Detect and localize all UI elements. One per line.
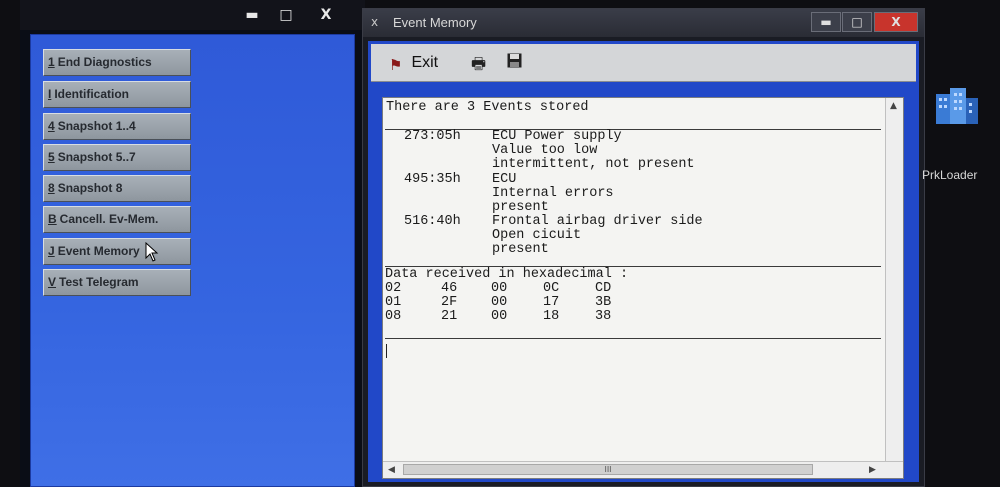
menu-hotkey: 4 [48, 119, 55, 133]
menu-hotkey: J [48, 244, 55, 258]
menu-end-diagnostics-button[interactable]: 1 End Diagnostics [43, 49, 191, 76]
event-memory-window: x Event Memory ▬ □ X ⚑ Exit 🖶 There are … [362, 8, 925, 487]
menu-label: End Diagnostics [57, 55, 152, 69]
diagnostics-window: ▬ □ X 1 End Diagnostics I Identification 4… [20, 0, 365, 487]
menu-test-telegram-button[interactable]: V Test Telegram [43, 269, 191, 296]
minimize-button[interactable]: ▬ [811, 12, 841, 32]
scroll-thumb[interactable]: III [403, 464, 813, 475]
scroll-left-icon[interactable]: ◀ [388, 465, 395, 475]
menu-event-memory-button[interactable]: J Event Memory [43, 238, 191, 265]
event-time: 273:05h [404, 129, 461, 144]
close-button[interactable]: X [874, 12, 918, 32]
maximize-button[interactable]: □ [274, 6, 298, 24]
hex-cell: 21 [441, 309, 458, 324]
printer-icon[interactable]: 🖶 [471, 53, 486, 80]
events-count-text: There are 3 Events stored [386, 100, 589, 115]
event-time: 495:35h [404, 172, 461, 187]
desktop-icon-label: PrkLoader [922, 168, 978, 182]
maximize-button[interactable]: □ [842, 12, 872, 32]
scroll-up-icon[interactable]: ▲ [890, 101, 897, 111]
floppy-icon[interactable] [507, 53, 522, 72]
menu-hotkey: V [48, 275, 57, 289]
hex-cell: 08 [385, 309, 402, 324]
hex-cell: 18 [543, 309, 560, 324]
event-line: intermittent, not present [492, 157, 695, 172]
diagnostics-menu-panel: 1 End Diagnostics I Identification 4 Snapsh… [30, 34, 355, 487]
menu-hotkey: I [48, 87, 52, 101]
horizontal-scrollbar[interactable]: ◀ III ▶ [383, 461, 903, 478]
building-icon[interactable] [934, 86, 980, 126]
exit-button[interactable]: ⚑ Exit [389, 52, 438, 76]
event-memory-titlebar: x Event Memory ▬ □ X [363, 9, 924, 37]
menu-label: Snapshot 5..7 [57, 150, 136, 164]
menu-hotkey: 1 [48, 55, 55, 69]
menu-cancel-event-memory-button[interactable]: B Cancell. Ev-Mem. [43, 206, 191, 233]
exit-label: Exit [411, 54, 439, 71]
menu-label: Snapshot 1..4 [57, 119, 136, 133]
window-menu-icon[interactable]: x [371, 15, 378, 29]
scroll-right-icon[interactable]: ▶ [869, 465, 876, 475]
event-memory-body: ⚑ Exit 🖶 There are 3 Events stored 273:0… [368, 41, 919, 482]
hex-cell: 38 [595, 309, 612, 324]
separator [385, 338, 881, 339]
mouse-cursor-icon [145, 242, 159, 262]
vertical-scrollbar[interactable]: ▲ [885, 98, 903, 463]
menu-hotkey: 5 [48, 150, 55, 164]
menu-label: Identification [54, 87, 130, 101]
menu-snapshot-1-4-button[interactable]: 4 Snapshot 1..4 [43, 113, 191, 140]
menu-label: Test Telegram [59, 275, 139, 289]
text-caret [386, 344, 387, 358]
diagnostics-titlebar: ▬ □ X [20, 0, 365, 30]
menu-hotkey: B [48, 212, 57, 226]
menu-label: Event Memory [57, 244, 140, 258]
menu-snapshot-5-7-button[interactable]: 5 Snapshot 5..7 [43, 144, 191, 171]
hex-cell: 00 [491, 309, 508, 324]
exit-icon: ⚑ [389, 56, 403, 74]
window-title: Event Memory [393, 15, 477, 30]
event-line: present [492, 242, 549, 257]
toolbar: ⚑ Exit 🖶 [371, 44, 916, 82]
menu-label: Snapshot 8 [57, 181, 123, 195]
menu-label: Cancell. Ev-Mem. [59, 212, 159, 226]
menu-identification-button[interactable]: I Identification [43, 81, 191, 108]
minimize-button[interactable]: ▬ [240, 6, 264, 24]
event-log-textarea[interactable]: There are 3 Events stored 273:05h ECU Po… [382, 97, 904, 479]
menu-snapshot-8-button[interactable]: 8 Snapshot 8 [43, 175, 191, 202]
close-button[interactable]: X [314, 6, 338, 24]
event-time: 516:40h [404, 214, 461, 229]
menu-hotkey: 8 [48, 181, 55, 195]
